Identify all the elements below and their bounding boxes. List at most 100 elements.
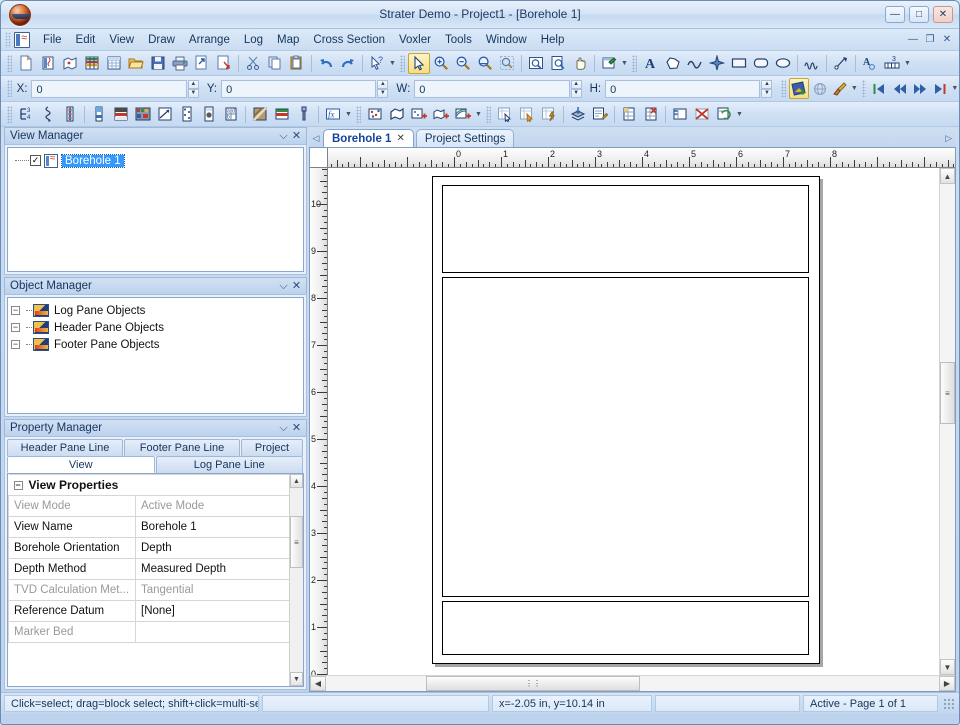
tab-borehole-1-close-icon[interactable]: ✕ bbox=[396, 133, 404, 144]
tab-project[interactable]: Project bbox=[241, 439, 303, 456]
zone-bar-log-icon[interactable]: adb bbox=[220, 104, 242, 125]
fit-to-window-icon[interactable] bbox=[525, 53, 547, 74]
property-row[interactable]: View Name Borehole 1 bbox=[8, 516, 303, 538]
canvas-scroll-up-button[interactable]: ▲ bbox=[940, 168, 955, 184]
view-manager-pin-icon[interactable]: ⌵ bbox=[277, 130, 290, 143]
ellipse-icon[interactable] bbox=[772, 53, 794, 74]
refresh-window-icon[interactable] bbox=[598, 53, 620, 74]
canvas-vertical-scroll-track[interactable]: ≡ bbox=[940, 184, 955, 659]
property-row[interactable]: TVD Calculation Met... Tangential bbox=[8, 579, 303, 601]
reshape-icon[interactable] bbox=[830, 53, 852, 74]
insert-column-icon[interactable] bbox=[640, 104, 662, 125]
canvas-horizontal-scroll-track[interactable]: ⋮⋮ bbox=[326, 676, 939, 691]
property-scroll-track[interactable] bbox=[290, 568, 303, 672]
keyword-log-icon[interactable] bbox=[110, 104, 132, 125]
height-field-spinner[interactable]: ▲ ▼ bbox=[761, 79, 773, 98]
tab-scroll-left-button[interactable]: ◁ bbox=[309, 129, 323, 147]
page-sheet[interactable] bbox=[432, 176, 820, 664]
undo-icon[interactable] bbox=[315, 53, 337, 74]
property-scroll-up-button[interactable]: ▲ bbox=[290, 474, 303, 488]
globe-icon[interactable] bbox=[809, 78, 829, 99]
property-manager-close-icon[interactable]: ✕ bbox=[290, 422, 303, 435]
menu-item-log[interactable]: Log bbox=[237, 32, 270, 48]
y-spin-down[interactable]: ▼ bbox=[377, 88, 389, 98]
ruler-corner-box[interactable] bbox=[310, 148, 328, 168]
logs-toolbar-grip[interactable] bbox=[7, 105, 12, 123]
close-button[interactable]: ✕ bbox=[933, 6, 953, 23]
x-field[interactable]: 0 bbox=[31, 79, 187, 98]
property-value[interactable]: Measured Depth bbox=[135, 558, 303, 580]
y-field-spinner[interactable]: ▲ ▼ bbox=[377, 79, 389, 98]
log-pane[interactable] bbox=[442, 277, 809, 597]
new-borehole-view-icon[interactable] bbox=[37, 53, 59, 74]
tab-footer-pane-line[interactable]: Footer Pane Line bbox=[124, 439, 240, 456]
property-value[interactable]: Tangential bbox=[135, 579, 303, 601]
object-manager-close-icon[interactable]: ✕ bbox=[290, 280, 303, 293]
pan-hand-icon[interactable] bbox=[569, 53, 591, 74]
refresh-data-icon[interactable] bbox=[713, 104, 735, 125]
table-toolbar-grip[interactable] bbox=[486, 105, 491, 123]
canvas-horizontal-scrollbar[interactable]: ◀ ⋮⋮ ▶ bbox=[310, 675, 955, 691]
object-tree-item-log-pane[interactable]: − Log Pane Objects bbox=[11, 302, 300, 319]
property-row[interactable]: Borehole Orientation Depth bbox=[8, 537, 303, 559]
paintbrush-icon[interactable] bbox=[830, 78, 850, 99]
scalebar-icon[interactable]: 3 bbox=[881, 53, 903, 74]
zoom-page-icon[interactable] bbox=[547, 53, 569, 74]
menu-item-arrange[interactable]: Arrange bbox=[182, 32, 237, 48]
property-value[interactable]: Active Mode bbox=[135, 495, 303, 517]
x-spin-up[interactable]: ▲ bbox=[187, 79, 199, 89]
mdi-close-button[interactable]: ✕ bbox=[940, 33, 954, 46]
paste-icon[interactable] bbox=[286, 53, 308, 74]
expander-icon[interactable]: − bbox=[13, 481, 23, 491]
property-value[interactable] bbox=[135, 621, 303, 643]
property-value[interactable]: Borehole 1 bbox=[135, 516, 303, 538]
rounded-rectangle-icon[interactable] bbox=[750, 53, 772, 74]
property-value[interactable]: [None] bbox=[135, 600, 303, 622]
expander-icon[interactable]: − bbox=[11, 340, 20, 349]
new-map-view-icon[interactable] bbox=[59, 53, 81, 74]
mdi-minimize-button[interactable]: — bbox=[906, 33, 920, 46]
depth-log-icon[interactable]: 34 bbox=[15, 104, 37, 125]
redo-icon[interactable] bbox=[337, 53, 359, 74]
width-field[interactable]: 0 bbox=[414, 79, 570, 98]
first-borehole-icon[interactable] bbox=[869, 78, 889, 99]
drawing-canvas[interactable] bbox=[328, 168, 939, 675]
height-spin-up[interactable]: ▲ bbox=[761, 79, 773, 89]
color-fill-icon[interactable] bbox=[789, 78, 810, 99]
add-post-map-icon[interactable] bbox=[408, 104, 430, 125]
view-toolbar-overflow-button[interactable]: ▼ bbox=[620, 53, 629, 74]
line-log-icon[interactable] bbox=[37, 104, 59, 125]
zoom-rectangle-icon[interactable] bbox=[496, 53, 518, 74]
coordinates-toolbar-grip[interactable] bbox=[7, 80, 12, 97]
menu-item-tools[interactable]: Tools bbox=[438, 32, 479, 48]
new-cross-section-view-icon[interactable] bbox=[81, 53, 103, 74]
expander-icon[interactable]: − bbox=[11, 323, 20, 332]
canvas-vertical-scroll-thumb[interactable]: ≡ bbox=[940, 362, 955, 424]
map-toolbar-grip[interactable] bbox=[356, 105, 361, 123]
help-pointer-icon[interactable]: ? bbox=[366, 53, 388, 74]
canvas-scroll-left-button[interactable]: ◀ bbox=[310, 676, 326, 691]
y-field[interactable]: 0 bbox=[221, 79, 377, 98]
function-log-icon[interactable] bbox=[293, 104, 315, 125]
height-field[interactable]: 0 bbox=[605, 79, 761, 98]
open-icon[interactable] bbox=[125, 53, 147, 74]
standard-toolbar-grip[interactable] bbox=[7, 54, 12, 72]
minimize-button[interactable]: — bbox=[885, 6, 905, 23]
property-row[interactable]: Reference Datum [None] bbox=[8, 600, 303, 622]
width-spin-down[interactable]: ▼ bbox=[570, 88, 582, 98]
map-toolbar-overflow-button[interactable]: ▼ bbox=[474, 104, 483, 125]
print-icon[interactable] bbox=[169, 53, 191, 74]
lithology-log-icon[interactable] bbox=[59, 104, 81, 125]
object-tree-item-footer-pane[interactable]: − Footer Pane Objects bbox=[11, 336, 300, 353]
tab-project-settings[interactable]: Project Settings bbox=[415, 129, 515, 147]
zoom-in-icon[interactable] bbox=[430, 53, 452, 74]
property-manager-pin-icon[interactable]: ⌵ bbox=[277, 422, 290, 435]
object-tree-item-header-pane[interactable]: − Header Pane Objects bbox=[11, 319, 300, 336]
copy-icon[interactable] bbox=[264, 53, 286, 74]
formula-icon[interactable]: fx bbox=[322, 104, 344, 125]
complex-text-log-icon[interactable] bbox=[176, 104, 198, 125]
delete-column-icon[interactable] bbox=[691, 104, 713, 125]
property-group-header[interactable]: − View Properties bbox=[8, 474, 303, 496]
menu-drag-grip[interactable] bbox=[5, 31, 11, 48]
tab-view[interactable]: View bbox=[7, 456, 155, 473]
